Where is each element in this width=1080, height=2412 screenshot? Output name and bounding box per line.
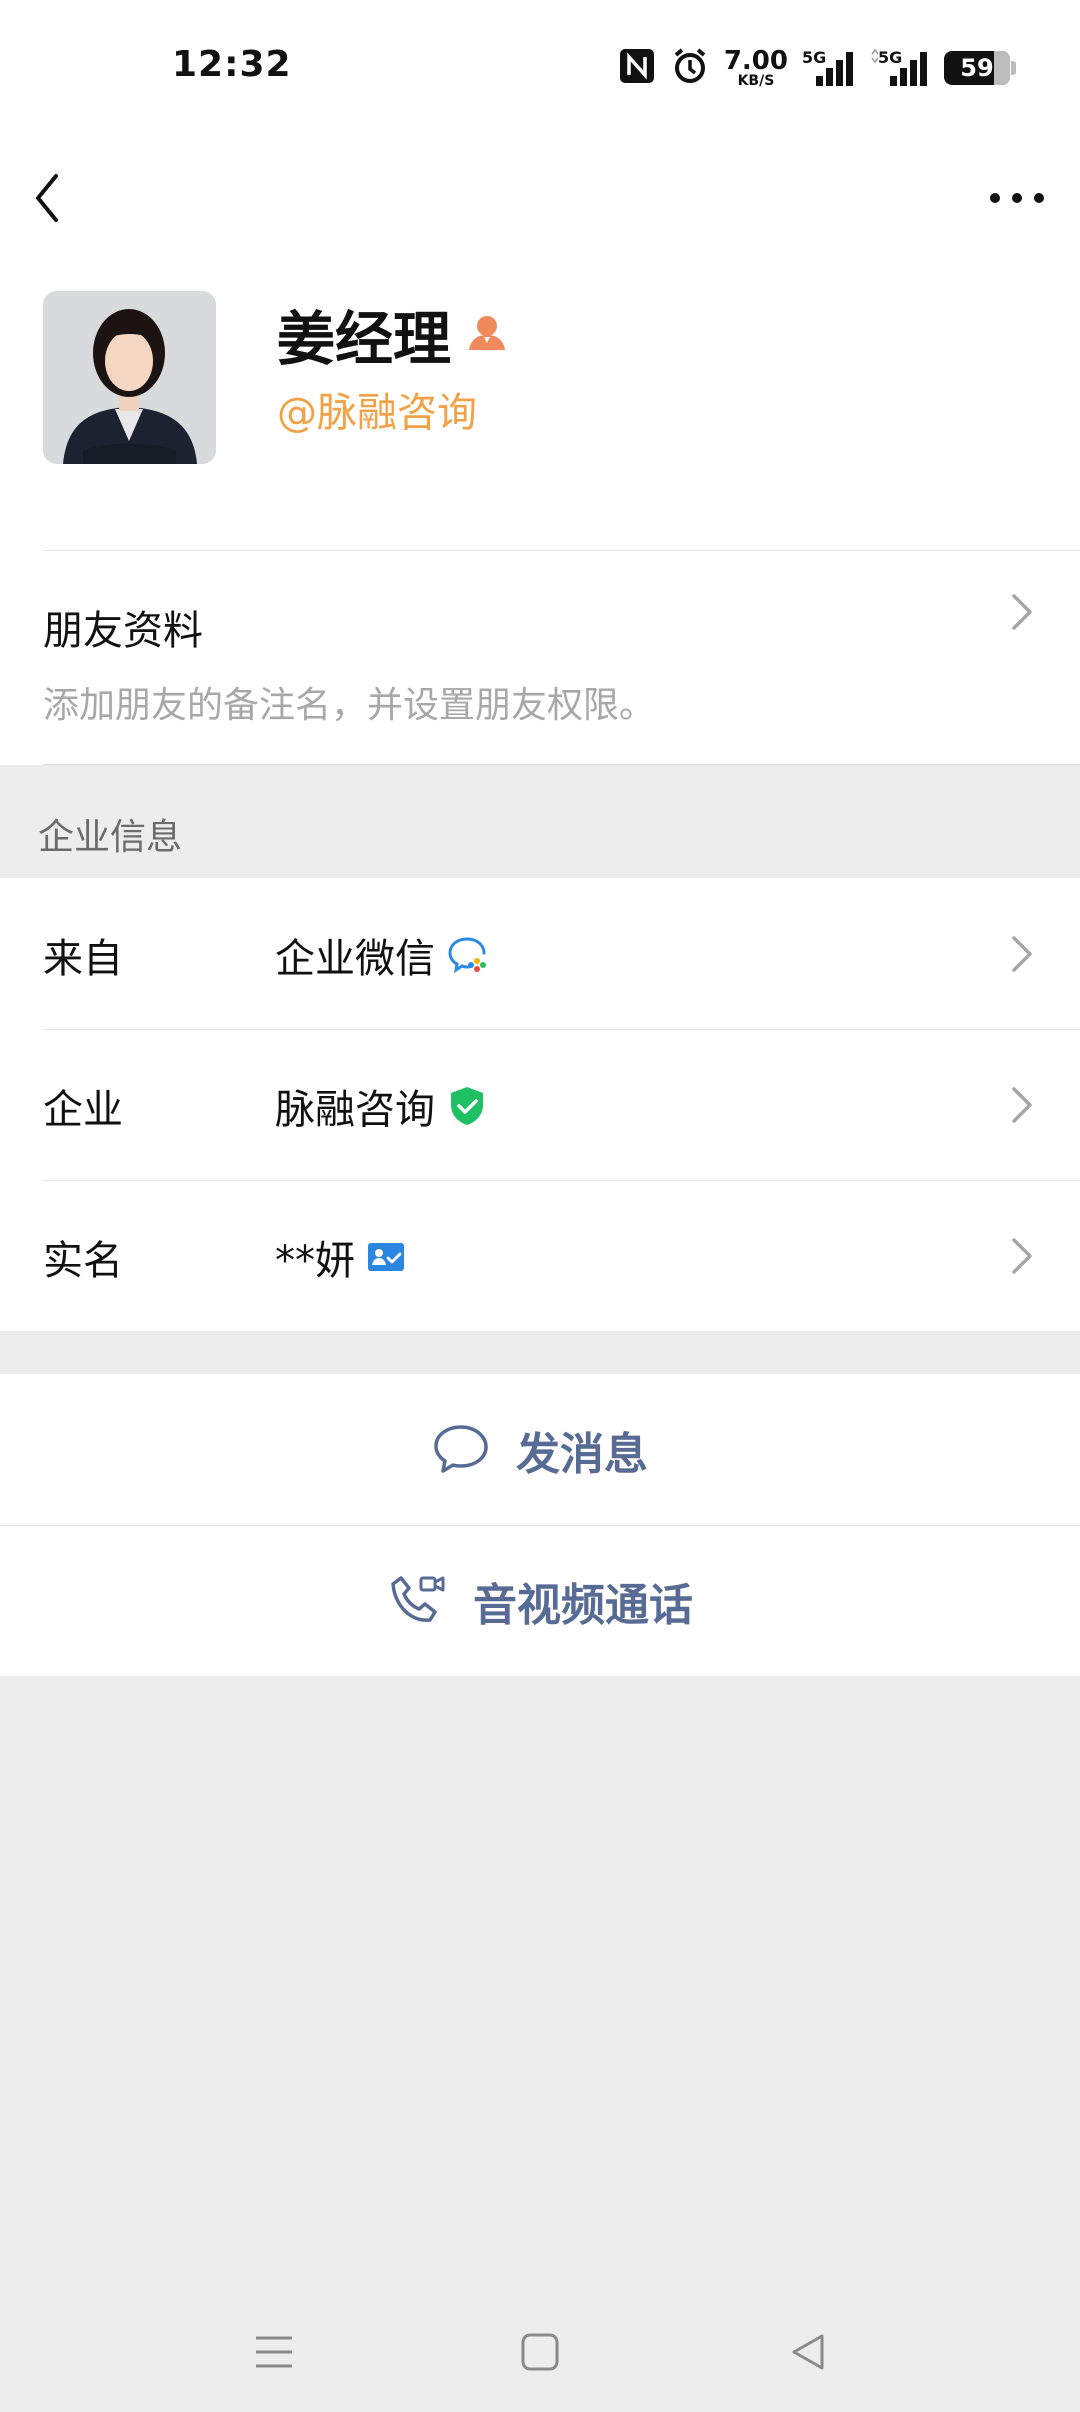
video-call-label: 音视频通话: [473, 1580, 693, 1631]
menu-icon: [256, 2336, 292, 2368]
chevron-right-icon: [1012, 1087, 1032, 1123]
system-nav-bar: [0, 2282, 1080, 2412]
enterprise-row-source[interactable]: 来自 企业微信: [0, 878, 1080, 1029]
wecom-icon: [448, 937, 486, 974]
row-value: 脉融咨询: [275, 1077, 487, 1135]
contact-actions: 发消息 音视频通话: [0, 1374, 1080, 1676]
recents-button[interactable]: [234, 2312, 314, 2392]
row-label: 实名: [43, 1238, 123, 1284]
battery-icon: 59: [944, 51, 1016, 85]
system-back-button[interactable]: [768, 2312, 848, 2392]
send-message-button[interactable]: 发消息: [0, 1374, 1080, 1525]
verified-shield-icon: [451, 1087, 483, 1125]
enterprise-row-company[interactable]: 企业 脉融咨询: [0, 1029, 1080, 1180]
person-badge-icon: [465, 310, 509, 358]
home-square-icon: [521, 2333, 559, 2371]
signal-icon: 5G: [870, 48, 930, 88]
contact-profile-page: 12:32 7.00 KB/S 5G 5G 59 姜经理 @脉融咨询 朋友资料 …: [0, 0, 1080, 2412]
divider: [43, 550, 1080, 551]
back-button[interactable]: [26, 158, 106, 238]
chevron-right-icon: [1012, 594, 1032, 630]
more-button[interactable]: [972, 158, 1062, 238]
home-button[interactable]: [500, 2312, 580, 2392]
friend-title: 朋友资料: [43, 608, 203, 654]
profile-header: 姜经理 @脉融咨询: [0, 268, 1080, 550]
video-call-button[interactable]: 音视频通话: [0, 1525, 1080, 1676]
id-card-icon: [368, 1243, 404, 1271]
phone-video-icon: [391, 1576, 445, 1622]
chevron-right-icon: [1012, 1238, 1032, 1274]
nav-bar: [0, 140, 1080, 268]
enterprise-section-label: 企业信息: [38, 817, 183, 858]
divider: [43, 764, 1080, 765]
friend-settings-row[interactable]: 朋友资料 添加朋友的备注名，并设置朋友权限。: [0, 550, 1080, 765]
chevron-left-icon: [36, 174, 58, 222]
status-bar: 12:32 7.00 KB/S 5G 5G 59: [0, 0, 1080, 140]
status-icons: 7.00 KB/S 5G 5G 59: [618, 44, 1016, 92]
status-time: 12:32: [172, 44, 292, 85]
nfc-icon: [618, 47, 656, 89]
alarm-icon: [670, 46, 710, 90]
profile-company-tag: @脉融咨询: [277, 390, 477, 436]
row-value: 企业微信: [275, 926, 491, 984]
enterprise-info-list: 来自 企业微信 企业 脉融咨询 实名 **妍: [0, 878, 1080, 1331]
send-message-label: 发消息: [516, 1428, 648, 1480]
row-value: **妍: [275, 1228, 405, 1286]
back-triangle-icon: [792, 2334, 824, 2370]
chevron-right-icon: [1012, 936, 1032, 972]
profile-name: 姜经理: [277, 305, 452, 373]
signal-icon: 5G: [802, 48, 856, 88]
more-icon: [990, 193, 1044, 203]
row-label: 来自: [43, 936, 123, 982]
enterprise-row-realname[interactable]: 实名 **妍: [0, 1180, 1080, 1331]
profile-name-row: 姜经理: [277, 292, 509, 376]
avatar[interactable]: [43, 291, 216, 464]
row-label: 企业: [43, 1087, 123, 1133]
chat-bubble-icon: [434, 1424, 488, 1473]
net-speed: 7.00 KB/S: [723, 46, 788, 89]
friend-subtitle: 添加朋友的备注名，并设置朋友权限。: [43, 685, 656, 726]
